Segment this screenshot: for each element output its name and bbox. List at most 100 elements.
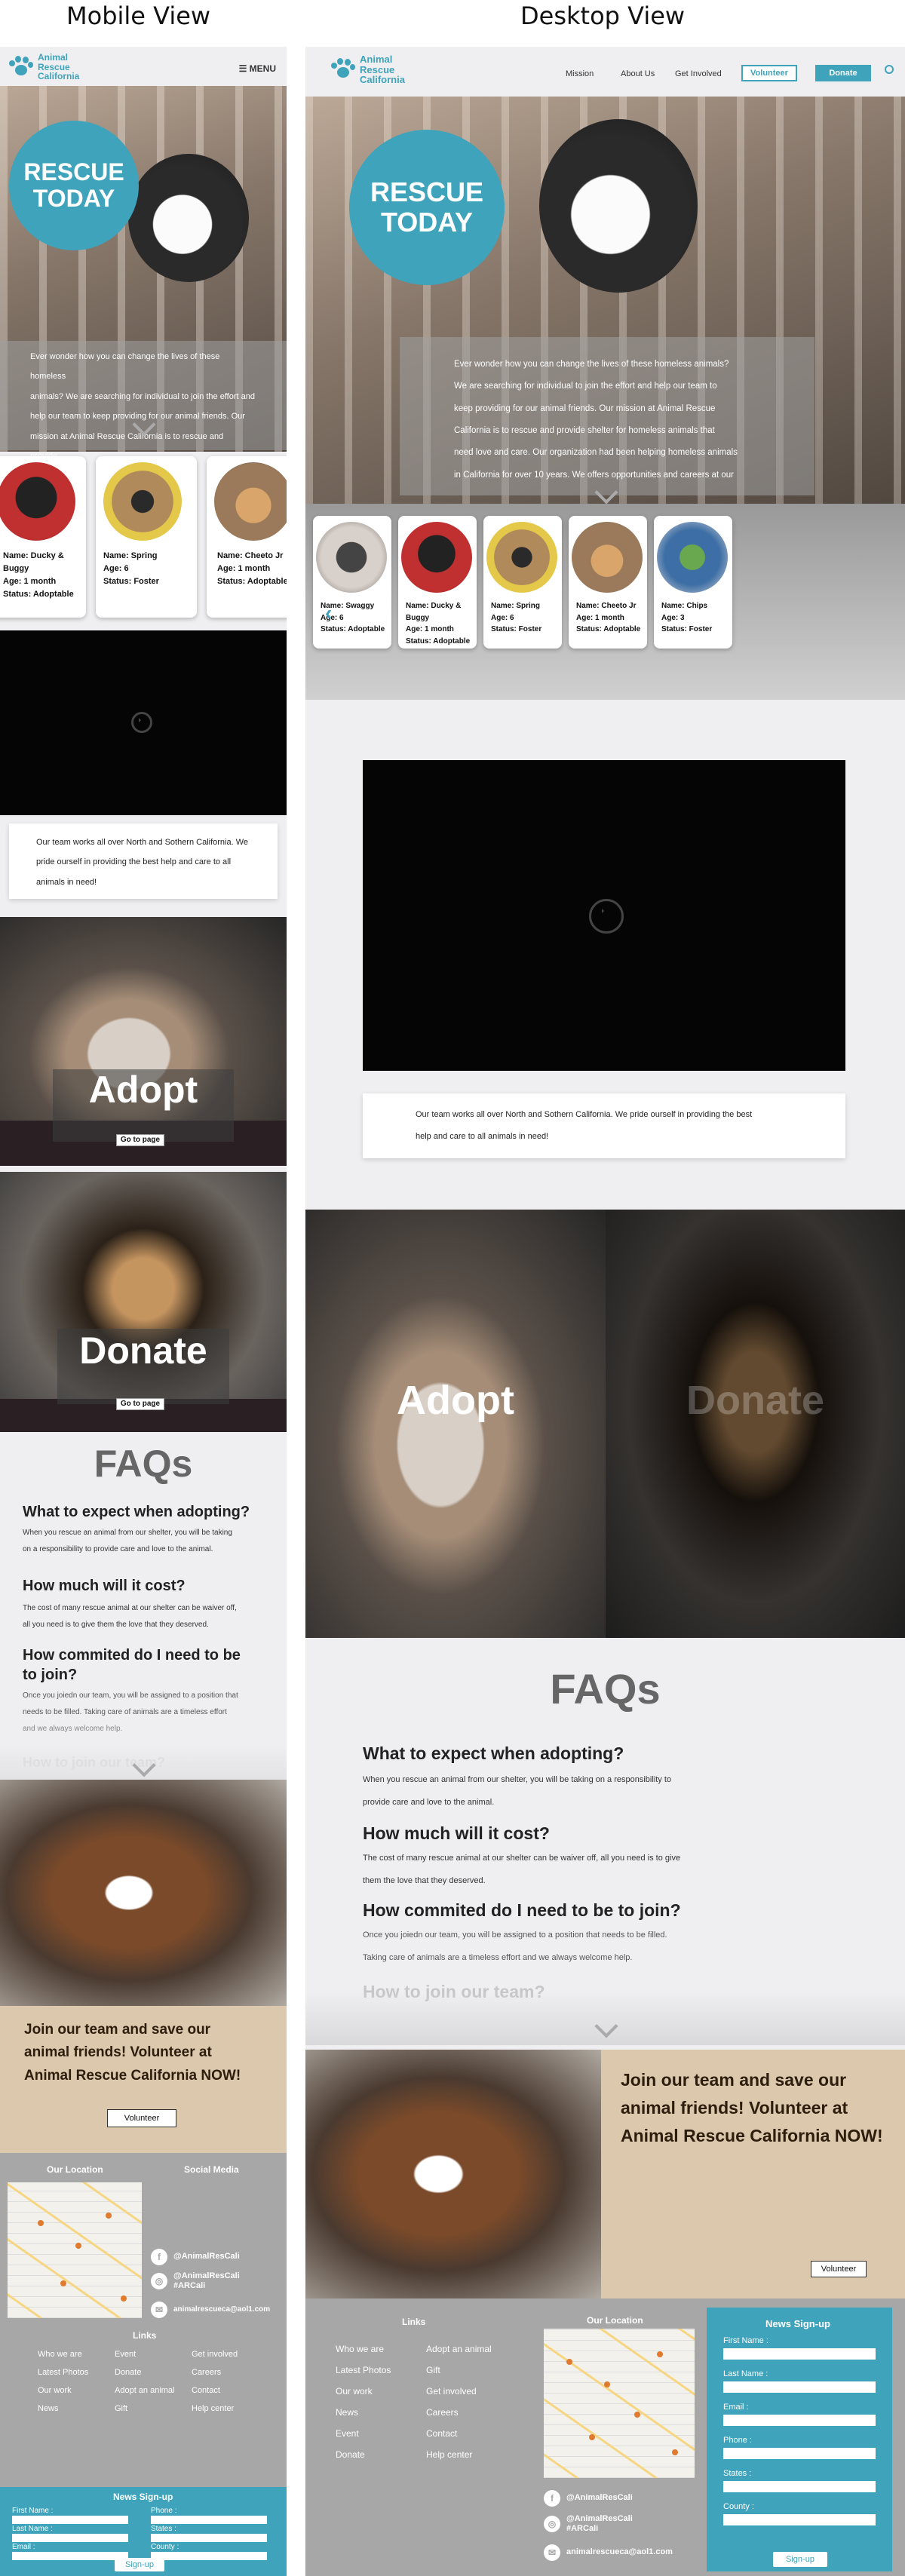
join-line: animal friends! Volunteer at xyxy=(621,2097,848,2118)
animal-card[interactable]: Name: Spring Age: 6 Status: Foster xyxy=(96,456,197,618)
faq-answer-line: on a responsibility to provide care and … xyxy=(23,1545,213,1553)
animal-card[interactable]: Name: Cheeto Jr Age: 1 month Status: Adopt… xyxy=(569,516,647,649)
faq-question[interactable]: How commited do I need to be to join? xyxy=(363,1900,681,1921)
carousel-prev-icon[interactable]: ‹ xyxy=(325,601,332,625)
footer-link[interactable]: Our work xyxy=(336,2386,373,2397)
footer-link[interactable]: Donate xyxy=(336,2449,365,2460)
footer-link[interactable]: Event xyxy=(115,2350,136,2359)
join-line: Animal Rescue California NOW! xyxy=(24,2067,241,2084)
facebook-link[interactable]: f @AnimalResCali xyxy=(151,2249,240,2265)
instagram-link[interactable]: ◎ @AnimalResCali #ARCali xyxy=(151,2271,240,2291)
adopt-go-to-page-button[interactable]: Go to page xyxy=(116,1134,164,1146)
footer-link[interactable]: News xyxy=(336,2407,358,2418)
signup-field-input[interactable] xyxy=(12,2534,128,2542)
animal-card[interactable]: Name: Chips Age: 3 Status: Foster xyxy=(654,516,732,649)
animal-age: Age: 1 month xyxy=(406,625,454,633)
facebook-link[interactable]: f @AnimalResCali xyxy=(544,2490,633,2507)
footer-link[interactable]: Get involved xyxy=(426,2386,477,2397)
signup-button[interactable]: Sign-up xyxy=(115,2558,164,2571)
donate-go-to-page-button[interactable]: Go to page xyxy=(116,1398,164,1410)
nav-link-get-involved[interactable]: Get Involved xyxy=(675,69,722,78)
footer-link[interactable]: Adopt an animal xyxy=(426,2344,492,2354)
nav-volunteer-button[interactable]: Volunteer xyxy=(741,65,797,81)
instagram-link[interactable]: ◎ @AnimalResCali #ARCali xyxy=(544,2514,633,2534)
faq-question[interactable]: What to expect when adopting? xyxy=(23,1504,250,1521)
footer-link[interactable]: Help center xyxy=(192,2404,234,2413)
animal-photo xyxy=(316,522,387,593)
footer-link[interactable]: Adopt an animal xyxy=(115,2386,175,2395)
footer-link[interactable]: Help center xyxy=(426,2449,472,2460)
footer-link[interactable]: Careers xyxy=(426,2407,459,2418)
signup-field-input[interactable] xyxy=(12,2552,128,2560)
adopt-heading[interactable]: Adopt xyxy=(305,1377,606,1424)
signup-field-input[interactable] xyxy=(723,2348,876,2360)
signup-field-label: County : xyxy=(151,2543,179,2551)
animal-card[interactable]: Name: Ducky & Buggy Age: 1 month Status:… xyxy=(0,456,86,618)
location-map[interactable] xyxy=(544,2329,695,2478)
footer-link[interactable]: Get involved xyxy=(192,2350,238,2359)
signup-field-input[interactable] xyxy=(723,2481,876,2492)
signup-button[interactable]: Sign-up xyxy=(773,2552,827,2567)
signup-field-label: States : xyxy=(151,2525,176,2533)
faq-question[interactable]: What to expect when adopting? xyxy=(363,1743,624,1764)
footer-link[interactable]: Who we are xyxy=(38,2350,82,2359)
adopt-image[interactable] xyxy=(305,1210,606,1638)
signup-field-input[interactable] xyxy=(723,2381,876,2393)
footer-link[interactable]: Gift xyxy=(115,2404,127,2413)
join-volunteer-button[interactable]: Volunteer xyxy=(107,2109,176,2127)
footer-link[interactable]: Latest Photos xyxy=(38,2368,88,2377)
signup-field-label: Email : xyxy=(12,2543,35,2551)
email-link[interactable]: ✉ animalrescueca@aol1.com xyxy=(151,2302,270,2318)
location-map[interactable] xyxy=(8,2182,142,2318)
nav-donate-button[interactable]: Donate xyxy=(815,65,871,81)
donate-image[interactable] xyxy=(606,1210,905,1638)
footer-link[interactable]: Careers xyxy=(192,2368,221,2377)
faq-question[interactable]: How much will it cost? xyxy=(23,1578,186,1595)
hero-line: Ever wonder how you can change the lives… xyxy=(30,352,220,382)
footer-link[interactable]: Contact xyxy=(426,2428,457,2439)
play-icon[interactable] xyxy=(589,899,624,934)
join-line: animal friends! Volunteer at xyxy=(24,2044,212,2061)
footer-link[interactable]: Who we are xyxy=(336,2344,384,2354)
animal-card[interactable]: Name: Swaggy Age: 6 Status: Adoptable xyxy=(313,516,391,649)
donate-heading[interactable]: Donate xyxy=(606,1377,905,1424)
signup-field-input[interactable] xyxy=(151,2552,267,2560)
footer-link[interactable]: Our work xyxy=(38,2386,72,2395)
signup-field-input[interactable] xyxy=(151,2534,267,2542)
brand-logo[interactable]: Animal Rescue California xyxy=(330,54,405,85)
brand-logo[interactable]: Animal Rescue California xyxy=(8,53,79,81)
join-volunteer-button[interactable]: Volunteer xyxy=(811,2261,867,2277)
footer-link[interactable]: Event xyxy=(336,2428,359,2439)
signup-field-input[interactable] xyxy=(723,2448,876,2459)
faq-question[interactable]: How much will it cost? xyxy=(363,1823,550,1844)
footer-link[interactable]: Gift xyxy=(426,2365,440,2375)
faq-question[interactable]: How commited do I need to be to join? xyxy=(23,1645,241,1685)
signup-field-input[interactable] xyxy=(723,2514,876,2525)
animal-card[interactable]: Name: Ducky & Buggy Age: 1 month Status: A… xyxy=(398,516,477,649)
faq-question-line: How commited do I need to be xyxy=(23,1647,241,1664)
signup-title: News Sign-up xyxy=(765,2318,830,2329)
signup-field-label: Phone : xyxy=(151,2507,177,2515)
animal-card[interactable]: Name: Spring Age: 6 Status: Foster xyxy=(483,516,562,649)
faq-answer-line: provide care and love to the animal. xyxy=(363,1797,495,1807)
video-player[interactable] xyxy=(363,760,845,1071)
menu-button[interactable]: ☰ MENU xyxy=(239,63,276,74)
play-icon[interactable] xyxy=(131,712,152,733)
footer-link[interactable]: Contact xyxy=(192,2386,220,2395)
join-line: Animal Rescue California NOW! xyxy=(621,2125,883,2145)
footer-link[interactable]: Donate xyxy=(115,2368,141,2377)
email-link[interactable]: ✉ animalrescueca@aol1.com xyxy=(544,2544,673,2561)
signup-field-input[interactable] xyxy=(723,2415,876,2426)
search-icon[interactable] xyxy=(885,65,894,74)
signup-field-input[interactable] xyxy=(12,2516,128,2524)
animal-age: Age: 1 month xyxy=(217,564,271,574)
animal-card[interactable]: Name: Cheeto Jr Age: 1 month Status: Ado… xyxy=(207,456,287,618)
about-text-box: Our team works all over North and Sother… xyxy=(9,823,278,899)
footer-link[interactable]: Latest Photos xyxy=(336,2365,391,2375)
signup-field-input[interactable] xyxy=(151,2516,267,2524)
footer-link[interactable]: News xyxy=(38,2404,59,2413)
video-player[interactable] xyxy=(0,630,287,815)
join-line: Join our team and save our xyxy=(24,2022,211,2038)
nav-link-about[interactable]: About Us xyxy=(621,69,655,78)
nav-link-mission[interactable]: Mission xyxy=(566,69,594,78)
